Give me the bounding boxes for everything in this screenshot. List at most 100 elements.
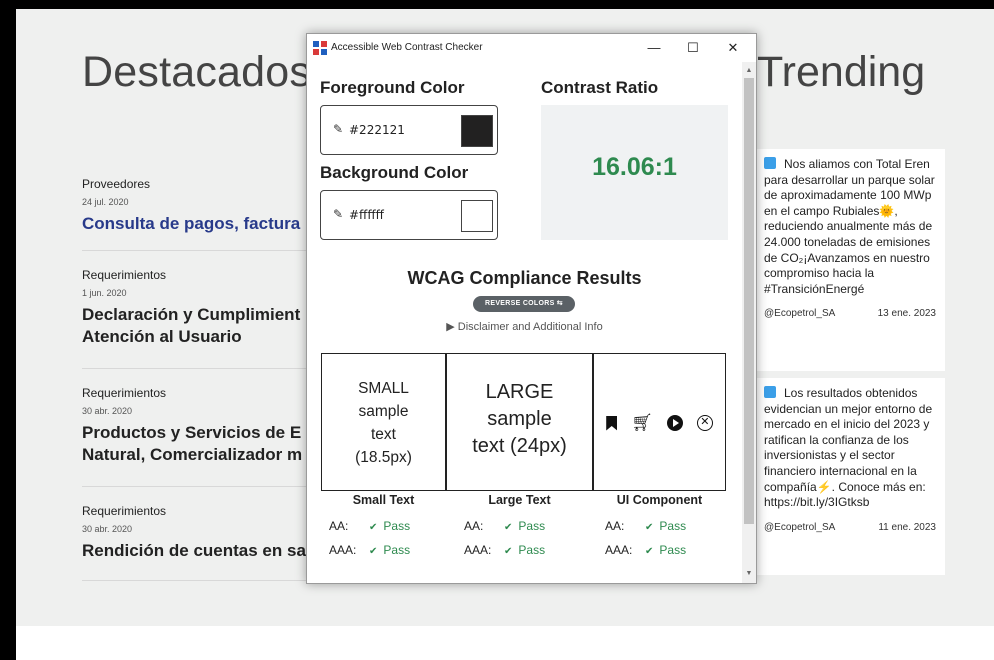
tweet-meta: @Ecopetrol_SA 11 ene. 2023 — [764, 520, 936, 536]
sample-line: SMALL — [358, 380, 409, 397]
reverse-colors-button[interactable]: REVERSE COLORS ⇆ — [473, 296, 575, 312]
shopping-cart-icon: 🛒︎ — [631, 413, 653, 432]
small-text-heading: Small Text — [352, 493, 415, 507]
foreground-color-value[interactable]: #222121 — [349, 123, 405, 137]
sun-emoji-icon: 🌞 — [879, 203, 895, 218]
aa-label: AA: — [605, 519, 625, 533]
trending-heading: Trending — [757, 48, 926, 96]
foreground-color-swatch[interactable] — [461, 115, 493, 147]
large-text-sample: LARGE sample text (24px) — [446, 353, 593, 491]
small-aaa-result: AAA: ✔ Pass — [329, 543, 410, 557]
foreground-color-field[interactable]: ✎ #222121 — [320, 105, 498, 155]
tweet-date: 11 ene. 2023 — [878, 521, 936, 533]
tweet-handle[interactable]: @Ecopetrol_SA — [764, 306, 835, 322]
twitter-icon — [764, 386, 776, 398]
window-titlebar[interactable]: Accessible Web Contrast Checker — ☐ ✕ — [307, 34, 756, 62]
bookmark-icon — [606, 415, 618, 431]
news-item[interactable]: Requerimientos 1 jun. 2020 Declaración y… — [82, 268, 322, 348]
news-category: Requerimientos — [82, 268, 167, 282]
large-aaa-result: AAA: ✔ Pass — [464, 543, 545, 557]
twitter-icon — [764, 157, 776, 169]
destacados-heading: Destacados — [82, 48, 312, 96]
background-color-label: Background Color — [320, 163, 469, 182]
minimize-button[interactable]: — — [632, 37, 676, 59]
sample-line: (18.5px) — [355, 449, 412, 466]
ui-aa-result: AA: ✔ Pass — [605, 519, 686, 533]
news-item[interactable]: Proveedores 24 jul. 2020 Consulta de pag… — [82, 177, 322, 235]
news-date: 24 jul. 2020 — [82, 197, 129, 207]
contrast-checker-window: Accessible Web Contrast Checker — ☐ ✕ ▲ … — [306, 33, 757, 584]
sample-line: text — [371, 426, 396, 443]
app-logo-icon — [313, 41, 327, 55]
large-sample-text: LARGE sample text (24px) — [447, 379, 592, 460]
tweet-card[interactable]: Los resultados obtenidos evidencian un m… — [755, 378, 945, 575]
news-title-link[interactable]: Consulta de pagos, factura — [82, 213, 322, 235]
news-date: 1 jun. 2020 — [82, 288, 127, 298]
ui-component-heading: UI Component — [616, 493, 703, 507]
sample-line: sample — [358, 403, 409, 420]
pass-text: Pass — [518, 519, 546, 533]
news-divider — [82, 580, 308, 581]
ui-icon-row: 🛒︎ ✕ — [594, 413, 725, 433]
news-title-link[interactable]: Rendición de cuentas en sa — [82, 540, 322, 562]
play-circle-icon — [666, 415, 683, 431]
contrast-ratio-value: 16.06:1 — [592, 153, 677, 181]
small-aa-result: AA: ✔ Pass — [329, 519, 410, 533]
sample-line: LARGE — [485, 381, 554, 403]
check-icon: ✔ — [504, 522, 513, 533]
wcag-results-title: WCAG Compliance Results — [407, 268, 642, 288]
vertical-scrollbar[interactable]: ▲ ▼ — [742, 62, 756, 583]
tweet-card[interactable]: Nos aliamos con Total Eren para desarrol… — [755, 149, 945, 371]
scroll-down-arrow-icon[interactable]: ▼ — [742, 567, 756, 581]
news-title-line: Natural, Comercializador m — [82, 445, 303, 464]
close-circle-icon: ✕ — [696, 415, 713, 431]
news-title-link[interactable]: Productos y Servicios de E Natural, Come… — [82, 422, 322, 466]
aaa-label: AAA: — [464, 543, 492, 557]
pass-text: Pass — [383, 519, 411, 533]
small-text-sample: SMALL sample text (18.5px) — [321, 353, 446, 491]
contrast-ratio-label: Contrast Ratio — [541, 78, 659, 97]
check-icon: ✔ — [645, 522, 654, 533]
check-icon: ✔ — [369, 522, 378, 533]
pass-text: Pass — [659, 519, 687, 533]
screen-frame-left — [0, 0, 16, 660]
sample-line: text (24px) — [472, 435, 567, 457]
eyedropper-icon[interactable]: ✎ — [333, 122, 343, 136]
check-icon: ✔ — [645, 546, 654, 557]
tweet-text: Los resultados obtenidos evidencian un m… — [764, 386, 936, 511]
eyedropper-icon[interactable]: ✎ — [333, 207, 343, 221]
close-window-button[interactable]: ✕ — [711, 37, 755, 59]
news-item[interactable]: Requerimientos 30 abr. 2020 Rendición de… — [82, 504, 322, 562]
large-text-heading: Large Text — [488, 493, 551, 507]
tweet-handle[interactable]: @Ecopetrol_SA — [764, 520, 835, 536]
news-divider — [82, 368, 308, 369]
background-color-field[interactable]: ✎ #ffffff — [320, 190, 498, 240]
pass-text: Pass — [659, 543, 687, 557]
news-title-link[interactable]: Declaración y Cumplimient Atención al Us… — [82, 304, 322, 348]
lightning-emoji-icon: ⚡ — [816, 479, 832, 494]
pass-text: Pass — [518, 543, 546, 557]
aa-label: AA: — [329, 519, 349, 533]
ui-aaa-result: AAA: ✔ Pass — [605, 543, 686, 557]
scroll-up-arrow-icon[interactable]: ▲ — [742, 64, 756, 78]
sample-line: sample — [487, 408, 552, 430]
tweet-text-part: Nos aliamos con Total Eren para desarrol… — [764, 157, 935, 218]
maximize-button[interactable]: ☐ — [671, 37, 715, 59]
news-item[interactable]: Requerimientos 30 abr. 2020 Productos y … — [82, 386, 322, 466]
news-divider — [82, 486, 308, 487]
check-icon: ✔ — [504, 546, 513, 557]
news-category: Proveedores — [82, 177, 151, 191]
contrast-ratio-box: 16.06:1 — [541, 105, 728, 240]
news-date: 30 abr. 2020 — [82, 406, 133, 416]
news-title-line: Atención al Usuario — [82, 327, 242, 346]
news-divider — [82, 250, 308, 251]
window-title: Accessible Web Contrast Checker — [331, 42, 483, 53]
news-date: 30 abr. 2020 — [82, 524, 133, 534]
check-icon: ✔ — [369, 546, 378, 557]
background-color-value[interactable]: #ffffff — [349, 208, 384, 222]
disclaimer-toggle[interactable]: ▶ Disclaimer and Additional Info — [307, 320, 742, 333]
foreground-color-label: Foreground Color — [320, 78, 465, 97]
scrollbar-thumb[interactable] — [744, 78, 754, 524]
ui-component-sample: 🛒︎ ✕ — [593, 353, 726, 491]
background-color-swatch[interactable] — [461, 200, 493, 232]
